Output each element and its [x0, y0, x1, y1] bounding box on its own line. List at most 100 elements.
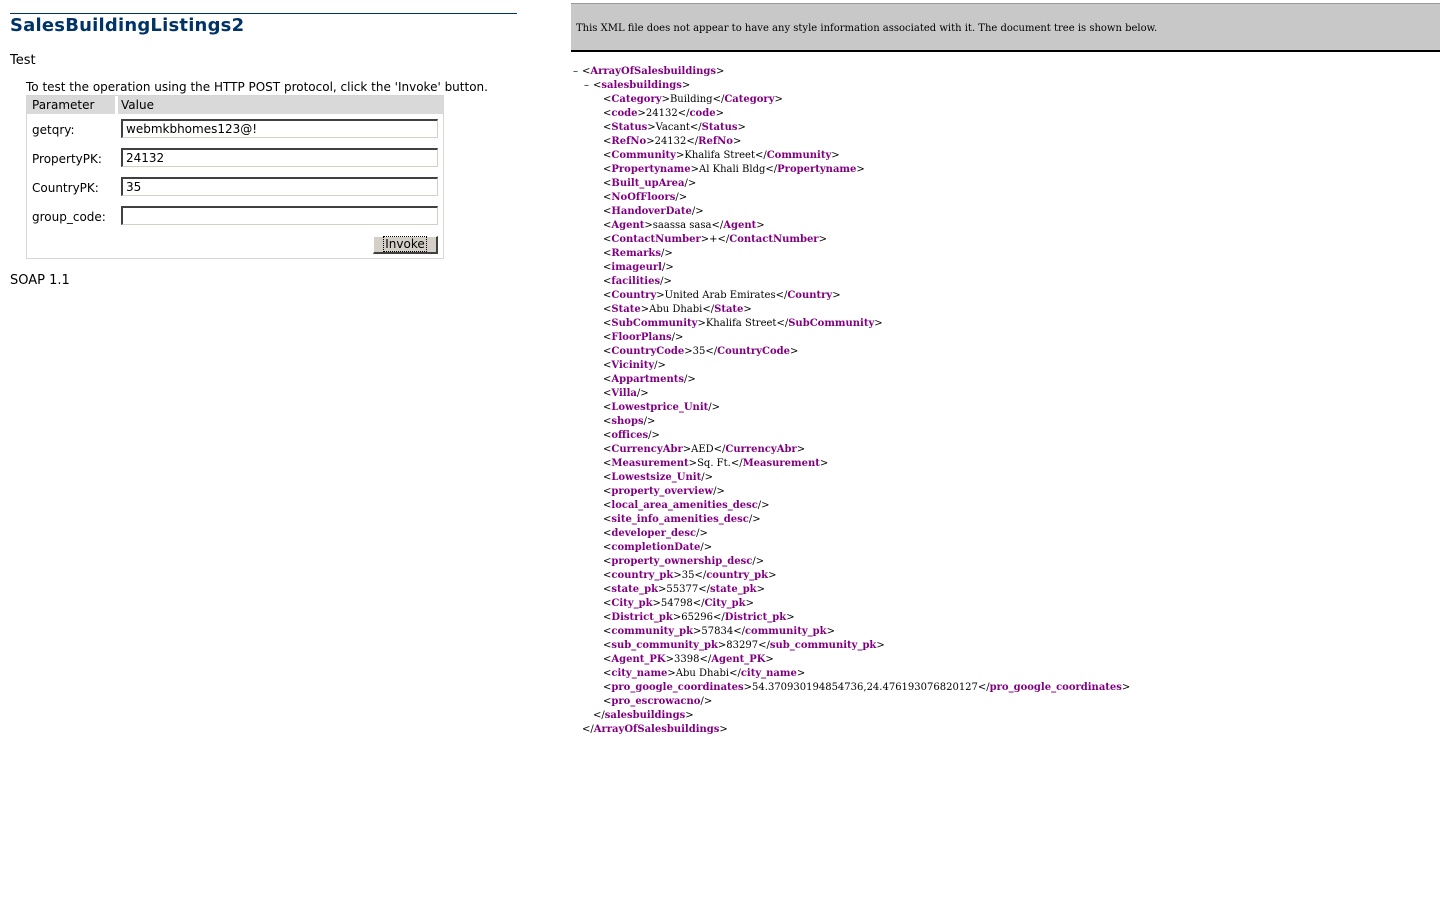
xml-element: <Appartments/> [603, 374, 696, 385]
xml-element: <HandoverDate/> [603, 206, 704, 217]
xml-tag-name: Built_upArea [611, 178, 685, 189]
xml-element: <Vicinity/> [603, 360, 666, 371]
xml-element: <Category>Building</Category> [603, 94, 783, 105]
propertypk-label: PropertyPK: [32, 152, 102, 166]
xml-element: <Remarks/> [603, 248, 673, 259]
xml-tag-name: pro_escrowacno [611, 696, 701, 707]
xml-tag-name: community_pk [611, 626, 694, 637]
propertypk-input[interactable] [121, 148, 438, 167]
xml-element: <pro_google_coordinates>54.3709301948547… [603, 682, 1131, 693]
xml-tag-name: HandoverDate [611, 206, 692, 217]
xml-element-value: + [709, 234, 718, 245]
xml-element: <District_pk>65296</District_pk> [603, 612, 795, 623]
xml-tag-name: code [689, 108, 716, 119]
xml-tag-name: Community [611, 150, 676, 161]
xml-tag-name: SubCommunity [788, 318, 875, 329]
xml-element: <RefNo>24132</RefNo> [603, 136, 742, 147]
xml-element: <code>24132</code> [603, 108, 724, 119]
xml-tag-name: city_name [611, 668, 668, 679]
xml-tag-name: Vicinity [611, 360, 655, 371]
xml-tag-name: City_pk [704, 598, 746, 609]
xml-element-value: AED [691, 444, 714, 455]
xml-tag-name: offices [611, 430, 649, 441]
xml-document-tree: – <ArrayOfSalesbuildings> – <salesbuildings… [570, 65, 1430, 737]
xml-tag-name: country_pk [611, 570, 674, 581]
xml-item-close: </salesbuildings> [593, 710, 694, 721]
xml-element-value: United Arab Emirates [664, 290, 776, 301]
xml-element: <Community>Khalifa Street</Community> [603, 150, 840, 161]
xml-tag-name: ArrayOfSalesbuildings [593, 724, 720, 735]
xml-element-value: Abu Dhabi [675, 668, 730, 679]
xml-tag-name: Agent_PK [611, 654, 666, 665]
xml-element-value: 24132 [645, 108, 678, 119]
xml-tag-name: RefNo [698, 136, 733, 147]
xml-element-value: Vacant [655, 122, 690, 133]
xml-element-value: 65296 [681, 612, 714, 623]
collapse-toggle[interactable]: – [584, 79, 593, 93]
xml-element: <State>Abu Dhabi</State> [603, 304, 752, 315]
xml-tag-name: District_pk [611, 612, 673, 623]
group-code-input[interactable] [121, 206, 438, 225]
xml-tag-name: pro_google_coordinates [611, 682, 744, 693]
xml-tag-name: shops [611, 416, 644, 427]
xml-element: <Lowestprice_Unit/> [603, 402, 720, 413]
xml-element: <Country>United Arab Emirates</Country> [603, 290, 841, 301]
xml-tag-name: Category [724, 94, 775, 105]
xml-tag-name: Status [611, 122, 648, 133]
xml-element: <developer_desc/> [603, 528, 708, 539]
xml-tag-name: CountryCode [611, 346, 685, 357]
xml-tag-name: Category [611, 94, 662, 105]
xml-tag-name: Measurement [611, 458, 689, 469]
xml-tag-name: ArrayOfSalesbuildings [590, 66, 717, 77]
title-rule [10, 13, 517, 14]
xml-tag-name: Lowestprice_Unit [611, 402, 709, 413]
xml-tag-name: Lowestsize_Unit [611, 472, 702, 483]
xml-element: <local_area_amenities_desc/> [603, 500, 770, 511]
xml-element: <shops/> [603, 416, 656, 427]
web-service-test-page: SalesBuildingListings2 Test To test the … [0, 0, 560, 900]
collapse-toggle[interactable]: – [573, 65, 582, 79]
xml-tag-name: country_pk [706, 570, 769, 581]
xml-element: <NoOfFloors/> [603, 192, 688, 203]
xml-item-open: – <salesbuildings> [584, 79, 691, 93]
xml-tag-name: Agent_PK [711, 654, 766, 665]
countrypk-input[interactable] [121, 177, 438, 196]
xml-element-value: 35 [681, 570, 695, 581]
xml-tag-name: property_ownership_desc [611, 556, 753, 567]
xml-tag-name: District_pk [724, 612, 787, 623]
xml-tag-name: salesbuildings [601, 80, 682, 91]
parameter-table-header: Parameter Value [27, 96, 443, 114]
xml-element: <CurrencyAbr>AED</CurrencyAbr> [603, 444, 806, 455]
xml-element: <Built_upArea/> [603, 178, 697, 189]
soap-heading: SOAP 1.1 [10, 273, 70, 285]
xml-tag-name: Community [766, 150, 832, 161]
invoke-button-label: Invoke [383, 236, 427, 252]
getqry-input[interactable] [121, 119, 438, 138]
xml-element: <Agent_PK>3398</Agent_PK> [603, 654, 774, 665]
xml-element-value: 54.370930194854736,24.476193076820127 [752, 682, 978, 693]
xml-element: <completionDate/> [603, 542, 713, 553]
xml-element: <imageurl/> [603, 262, 674, 273]
xml-tag-name: local_area_amenities_desc [611, 500, 758, 511]
xml-tag-name: city_name [740, 668, 797, 679]
xml-element: <Measurement>Sq. Ft.</Measurement> [603, 458, 829, 469]
xml-element-value: 24132 [654, 136, 687, 147]
invoke-button[interactable]: Invoke [373, 236, 438, 254]
xml-tag-name: Propertyname [611, 164, 691, 175]
xml-tag-name: state_pk [709, 584, 757, 595]
xml-tag-name: Agent [723, 220, 757, 231]
xml-element-value: Al Khali Bldg [699, 164, 766, 175]
xml-element: <state_pk>55377</state_pk> [603, 584, 766, 595]
xml-tag-name: Agent [611, 220, 645, 231]
xml-tag-name: site_info_amenities_desc [611, 514, 749, 525]
xml-tag-name: Status [701, 122, 738, 133]
xml-style-notice: This XML file does not appear to have an… [571, 3, 1440, 52]
xml-tag-name: Remarks [611, 248, 661, 259]
xml-tag-name: pro_google_coordinates [989, 682, 1122, 693]
xml-tag-name: Villa [611, 388, 637, 399]
xml-element: <city_name>Abu Dhabi</city_name> [603, 668, 806, 679]
xml-element-value: 55377 [666, 584, 699, 595]
header-divider [115, 96, 118, 114]
xml-tag-name: sub_community_pk [769, 640, 877, 651]
xml-tag-name: CurrencyAbr [611, 444, 683, 455]
